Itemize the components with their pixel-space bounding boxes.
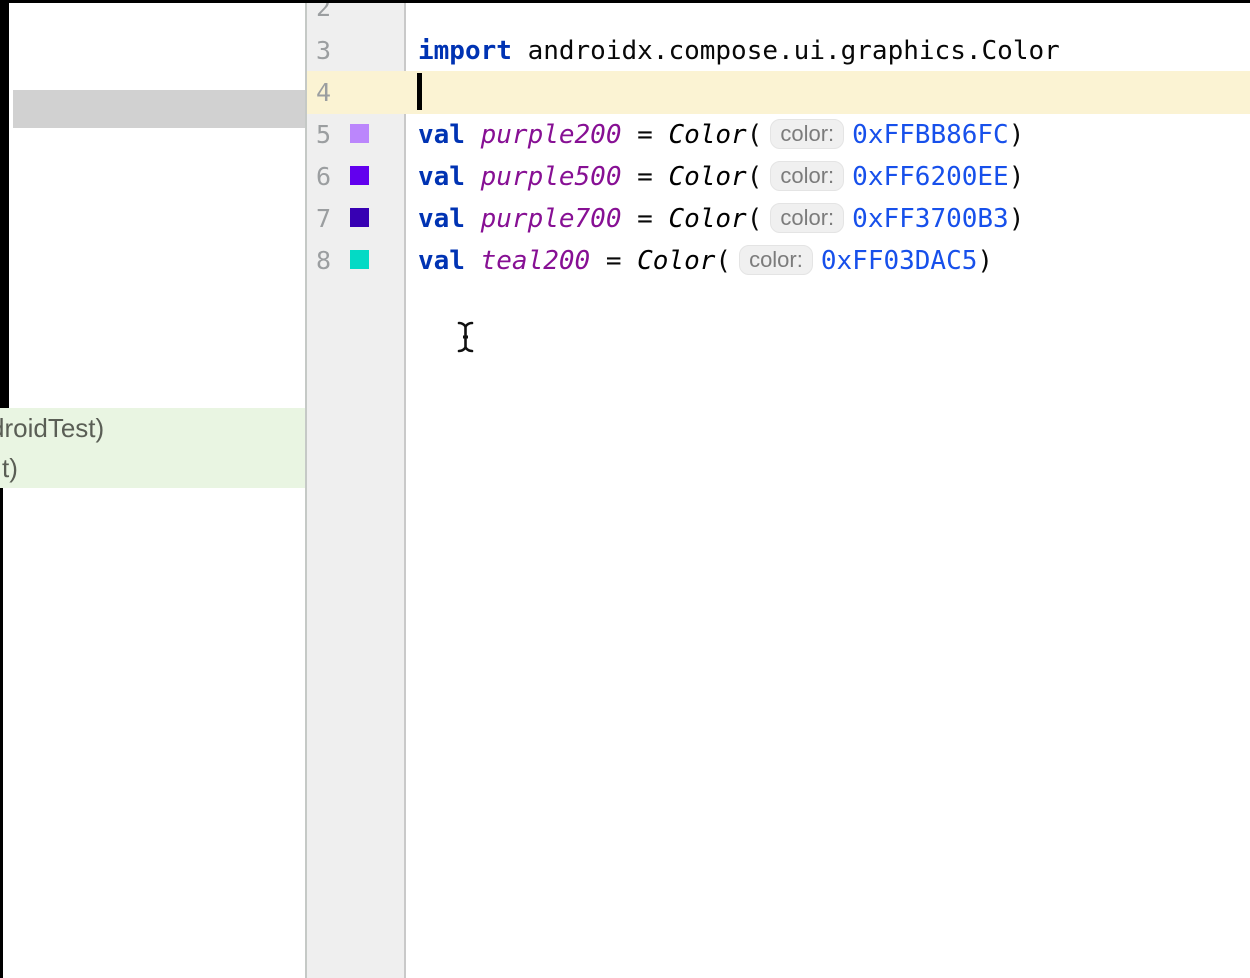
project-tree-row-test[interactable]: t) bbox=[0, 448, 305, 488]
text-caret bbox=[417, 73, 422, 110]
keyword-import: import bbox=[418, 36, 512, 66]
line-number-3[interactable]: 3 bbox=[309, 30, 331, 72]
window-left-edge-lower bbox=[0, 488, 3, 978]
color-swatch-purple500[interactable] bbox=[350, 166, 369, 185]
property-name: teal200 bbox=[481, 246, 591, 276]
function-call: Color bbox=[668, 204, 746, 234]
color-swatch-purple700[interactable] bbox=[350, 208, 369, 227]
ibeam-cursor-icon bbox=[456, 320, 475, 354]
code-line-3[interactable]: import androidx.compose.ui.graphics.Color bbox=[418, 30, 1060, 72]
window-left-edge-upper bbox=[0, 0, 9, 408]
parameter-hint-chip[interactable]: color: bbox=[770, 119, 844, 149]
line-number-2[interactable]: 2 bbox=[309, 0, 331, 29]
assign-operator: = bbox=[637, 162, 653, 192]
project-selected-row[interactable] bbox=[13, 90, 305, 128]
color-literal: 0xFF6200EE bbox=[852, 162, 1009, 192]
close-paren: ) bbox=[1009, 162, 1025, 192]
code-line-6[interactable]: val purple500 = Color(color: 0xFF6200EE) bbox=[418, 156, 1024, 198]
function-call: Color bbox=[668, 120, 746, 150]
project-tree-row-label: droidTest) bbox=[0, 408, 104, 448]
color-literal: 0xFF03DAC5 bbox=[821, 246, 978, 276]
editor-surface[interactable]: import androidx.compose.ui.graphics.Color… bbox=[406, 0, 1250, 978]
open-paren: ( bbox=[715, 246, 731, 276]
ide-window: droidTest) t) 2 3 4 5 6 7 8 import androi… bbox=[0, 0, 1250, 978]
keyword-val: val bbox=[418, 120, 465, 150]
line-number-8[interactable]: 8 bbox=[309, 240, 331, 282]
assign-operator: = bbox=[637, 120, 653, 150]
color-literal: 0xFFBB86FC bbox=[852, 120, 1009, 150]
parameter-hint-chip[interactable]: color: bbox=[770, 161, 844, 191]
keyword-val: val bbox=[418, 204, 465, 234]
keyword-val: val bbox=[418, 162, 465, 192]
property-name: purple200 bbox=[481, 120, 622, 150]
line-number-5[interactable]: 5 bbox=[309, 114, 331, 156]
close-paren: ) bbox=[977, 246, 993, 276]
open-paren: ( bbox=[747, 162, 763, 192]
code-line-7[interactable]: val purple700 = Color(color: 0xFF3700B3) bbox=[418, 198, 1024, 240]
parameter-hint-chip[interactable]: color: bbox=[739, 245, 813, 275]
function-call: Color bbox=[668, 162, 746, 192]
property-name: purple700 bbox=[481, 204, 622, 234]
line-number-6[interactable]: 6 bbox=[309, 156, 331, 198]
window-top-edge bbox=[0, 0, 1250, 3]
panel-gutter-divider bbox=[305, 0, 307, 978]
function-call: Color bbox=[637, 246, 715, 276]
color-swatch-teal200[interactable] bbox=[350, 250, 369, 269]
line-number-7[interactable]: 7 bbox=[309, 198, 331, 240]
open-paren: ( bbox=[747, 204, 763, 234]
keyword-val: val bbox=[418, 246, 465, 276]
property-name: purple500 bbox=[481, 162, 622, 192]
project-tree-row-label: t) bbox=[2, 448, 18, 488]
color-swatch-purple200[interactable] bbox=[350, 124, 369, 143]
color-literal: 0xFF3700B3 bbox=[852, 204, 1009, 234]
project-panel: droidTest) t) bbox=[0, 0, 305, 978]
assign-operator: = bbox=[637, 204, 653, 234]
code-line-8[interactable]: val teal200 = Color( color: 0xFF03DAC5) bbox=[418, 240, 993, 282]
project-tree-row-androidtest[interactable]: droidTest) bbox=[0, 408, 305, 448]
parameter-hint-chip[interactable]: color: bbox=[770, 203, 844, 233]
project-result-block: droidTest) t) bbox=[0, 408, 305, 488]
line-number-4[interactable]: 4 bbox=[309, 72, 331, 114]
code-line-5[interactable]: val purple200 = Color(color: 0xFFBB86FC) bbox=[418, 114, 1024, 156]
assign-operator: = bbox=[606, 246, 622, 276]
close-paren: ) bbox=[1009, 120, 1025, 150]
open-paren: ( bbox=[747, 120, 763, 150]
import-path: androidx.compose.ui.graphics.Color bbox=[528, 36, 1060, 66]
close-paren: ) bbox=[1009, 204, 1025, 234]
